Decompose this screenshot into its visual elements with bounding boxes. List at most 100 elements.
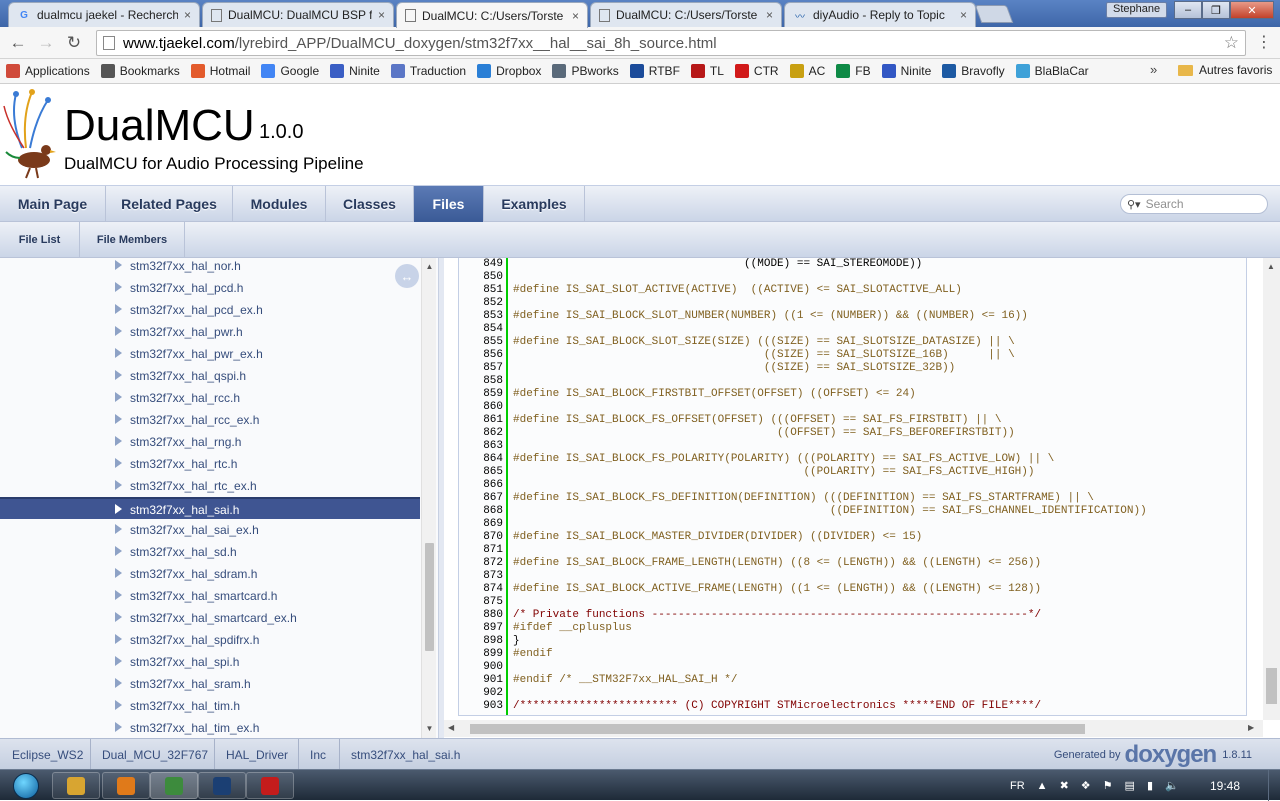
expand-arrow-icon[interactable] (115, 504, 122, 514)
tree-item[interactable]: stm32f7xx_hal_sai_ex.h (0, 519, 420, 541)
expand-arrow-icon[interactable] (115, 568, 122, 578)
expand-arrow-icon[interactable] (115, 414, 122, 424)
close-tab-icon[interactable]: × (184, 8, 191, 22)
content-hscroll-thumb[interactable] (470, 724, 1085, 734)
line-number[interactable]: 870 (459, 531, 503, 544)
tree-item[interactable]: stm32f7xx_hal_qspi.h (0, 365, 420, 387)
dropbox-tray-icon[interactable]: ❖ (1081, 779, 1091, 792)
line-number[interactable]: 868 (459, 505, 503, 518)
taskbar-app-acrobat[interactable] (246, 772, 294, 799)
browser-tab[interactable]: DualMCU: C:/Users/Torste × (590, 2, 782, 27)
line-number[interactable]: 854 (459, 323, 503, 336)
line-number[interactable]: 899 (459, 648, 503, 661)
scroll-up-icon[interactable]: ▲ (422, 260, 437, 274)
network-icon[interactable]: ▤ (1125, 779, 1135, 792)
breadcrumb-item[interactable]: stm32f7xx_hal_sai.h (339, 739, 460, 770)
close-tab-icon[interactable]: × (960, 8, 967, 22)
tab-classes[interactable]: Classes (326, 186, 414, 222)
line-number[interactable]: 867 (459, 492, 503, 505)
volume-icon[interactable]: 🔈 (1165, 779, 1179, 792)
line-number[interactable]: 875 (459, 596, 503, 609)
bookmark-pbworks[interactable]: PBworks (552, 64, 619, 78)
expand-arrow-icon[interactable] (115, 524, 122, 534)
expand-arrow-icon[interactable] (115, 546, 122, 556)
tree-item[interactable]: stm32f7xx_hal_tim.h (0, 695, 420, 717)
line-number[interactable]: 873 (459, 570, 503, 583)
tree-item[interactable]: stm32f7xx_hal_rcc.h (0, 387, 420, 409)
tree-item[interactable]: stm32f7xx_hal_spdifrx.h (0, 629, 420, 651)
expand-arrow-icon[interactable] (115, 590, 122, 600)
expand-arrow-icon[interactable] (115, 282, 122, 292)
tree-item[interactable]: stm32f7xx_hal_nor.h (0, 258, 420, 277)
line-number[interactable]: 880 (459, 609, 503, 622)
tree-item[interactable]: stm32f7xx_hal_pcd_ex.h (0, 299, 420, 321)
tree-scrollbar[interactable]: ▲ ▼ (421, 258, 436, 738)
bookmark-tl[interactable]: TL (690, 64, 724, 78)
tree-item[interactable]: stm32f7xx_hal_sd.h (0, 541, 420, 563)
line-number[interactable]: 900 (459, 661, 503, 674)
line-number[interactable]: 856 (459, 349, 503, 362)
line-number[interactable]: 871 (459, 544, 503, 557)
tree-item[interactable]: stm32f7xx_hal_pwr_ex.h (0, 343, 420, 365)
browser-tab[interactable]: DualMCU: C:/Users/Torste × (396, 2, 588, 28)
line-number[interactable]: 865 (459, 466, 503, 479)
scroll-left-icon[interactable]: ◀ (448, 723, 454, 732)
sync-toggle-icon[interactable]: ↔ (395, 264, 419, 288)
maximize-button[interactable]: ❐ (1202, 1, 1230, 19)
bookmark-hotmail[interactable]: Hotmail (190, 64, 250, 78)
reload-icon[interactable]: ↻ (64, 33, 84, 53)
bookmark-dropbox[interactable]: Dropbox (477, 64, 541, 78)
tab-modules[interactable]: Modules (233, 186, 326, 222)
tree-item[interactable]: stm32f7xx_hal_pcd.h (0, 277, 420, 299)
profile-button[interactable]: Stephane (1106, 2, 1168, 18)
expand-arrow-icon[interactable] (115, 304, 122, 314)
scroll-up-icon[interactable]: ▲ (1267, 262, 1275, 271)
breadcrumb-item[interactable]: HAL_Driver (214, 739, 288, 770)
bookmark-bookmarks[interactable]: Bookmarks (100, 64, 180, 78)
expand-arrow-icon[interactable] (115, 634, 122, 644)
language-indicator[interactable]: FR (1010, 780, 1025, 792)
tray-arrow-icon[interactable]: ▲ (1037, 780, 1048, 792)
line-number[interactable]: 897 (459, 622, 503, 635)
bookmark-google[interactable]: Google (261, 64, 319, 78)
back-arrow-icon[interactable]: ← (8, 33, 28, 53)
tab-files[interactable]: Files (414, 186, 484, 222)
bookmark-ninite[interactable]: Ninite (330, 64, 380, 78)
line-number[interactable]: 898 (459, 635, 503, 648)
line-number[interactable]: 903 (459, 700, 503, 713)
bookmark-ninite[interactable]: Ninite (881, 64, 931, 78)
breadcrumb-item[interactable]: Inc (298, 739, 326, 770)
line-number[interactable]: 852 (459, 297, 503, 310)
taskbar-app-chrome[interactable] (150, 772, 198, 799)
taskbar-app-photoshop[interactable] (198, 772, 246, 799)
signal-icon[interactable]: ▮ (1147, 779, 1153, 792)
other-bookmarks-folder[interactable]: Autres favoris (1178, 63, 1272, 77)
tree-item[interactable]: stm32f7xx_hal_spi.h (0, 651, 420, 673)
scroll-right-icon[interactable]: ▶ (1248, 723, 1254, 732)
breadcrumb-item[interactable]: Dual_MCU_32F767 (90, 739, 208, 770)
content-vscroll-thumb[interactable] (1266, 668, 1277, 704)
line-number[interactable]: 869 (459, 518, 503, 531)
bookmark-traduction[interactable]: Traduction (390, 64, 466, 78)
expand-arrow-icon[interactable] (115, 722, 122, 732)
minimize-button[interactable]: – (1174, 1, 1202, 19)
line-number[interactable]: 866 (459, 479, 503, 492)
subtab-file-members[interactable]: File Members (80, 222, 185, 258)
tree-item[interactable]: stm32f7xx_hal_tim_ex.h (0, 717, 420, 738)
subtab-file-list[interactable]: File List (0, 222, 80, 258)
bookmark-blablacar[interactable]: BlaBlaCar (1015, 64, 1089, 78)
tree-item[interactable]: stm32f7xx_hal_rtc.h (0, 453, 420, 475)
line-number[interactable]: 850 (459, 271, 503, 284)
content-horizontal-scrollbar[interactable]: ◀ ▶ (444, 720, 1263, 737)
expand-arrow-icon[interactable] (115, 678, 122, 688)
new-tab-button[interactable] (974, 5, 1014, 23)
bookmarks-overflow-button[interactable]: » (1150, 62, 1157, 77)
bookmark-bravofly[interactable]: Bravofly (942, 64, 1005, 78)
line-number[interactable]: 864 (459, 453, 503, 466)
tree-scroll-thumb[interactable] (425, 543, 434, 651)
tab-main-page[interactable]: Main Page (0, 186, 106, 222)
line-number[interactable]: 872 (459, 557, 503, 570)
tab-examples[interactable]: Examples (484, 186, 585, 222)
close-tab-icon[interactable]: × (766, 8, 773, 22)
clock[interactable]: 19:48 (1210, 779, 1240, 793)
